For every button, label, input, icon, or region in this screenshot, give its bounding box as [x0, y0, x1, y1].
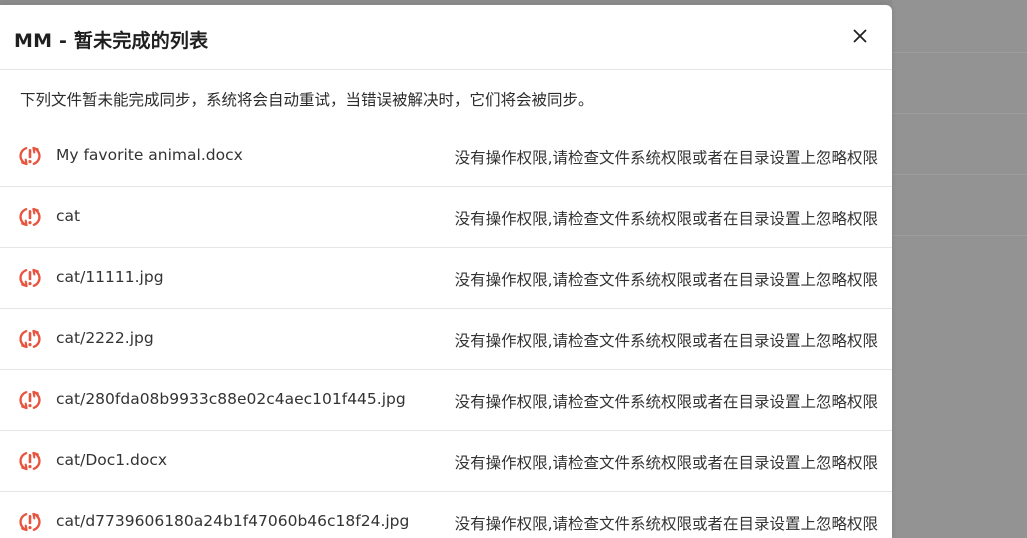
- file-error-message: 没有操作权限,请检查文件系统权限或者在目录设置上忽略权限: [454, 454, 878, 472]
- file-name: cat/d7739606180a24b1f47060b46c18f24.jpg: [56, 512, 410, 530]
- file-row[interactable]: cat/Doc1.docx 没有操作权限,请检查文件系统权限或者在目录设置上忽略…: [0, 431, 892, 492]
- file-error-message: 没有操作权限,请检查文件系统权限或者在目录设置上忽略权限: [454, 271, 878, 289]
- file-row[interactable]: cat/2222.jpg 没有操作权限,请检查文件系统权限或者在目录设置上忽略权…: [0, 309, 892, 370]
- file-row[interactable]: cat/280fda08b9933c88e02c4aec101f445.jpg …: [0, 370, 892, 431]
- sync-error-icon: [17, 449, 43, 473]
- background-top-strip: [0, 0, 1027, 4]
- file-row[interactable]: cat/d7739606180a24b1f47060b46c18f24.jpg …: [0, 492, 892, 538]
- unfinished-file-list: My favorite animal.docx 没有操作权限,请检查文件系统权限…: [0, 126, 892, 538]
- background-divider: [892, 113, 1027, 114]
- close-button[interactable]: [849, 25, 871, 47]
- file-name: cat/2222.jpg: [56, 329, 154, 347]
- dialog-title: MM - 暂未完成的列表: [14, 30, 209, 52]
- file-row[interactable]: cat 没有操作权限,请检查文件系统权限或者在目录设置上忽略权限: [0, 187, 892, 248]
- sync-error-icon: [17, 266, 43, 290]
- background-divider: [892, 235, 1027, 236]
- sync-error-icon: [17, 144, 43, 168]
- background-divider: [892, 174, 1027, 175]
- file-error-message: 没有操作权限,请检查文件系统权限或者在目录设置上忽略权限: [454, 332, 878, 350]
- sync-error-icon: [17, 510, 43, 534]
- dialog-description: 下列文件暂未能完成同步，系统将会自动重试，当错误被解决时，它们将会被同步。: [20, 91, 594, 109]
- file-name: cat/Doc1.docx: [56, 451, 168, 469]
- file-error-message: 没有操作权限,请检查文件系统权限或者在目录设置上忽略权限: [454, 149, 878, 167]
- file-name: cat: [56, 207, 81, 225]
- sync-error-icon: [17, 205, 43, 229]
- file-name: My favorite animal.docx: [56, 146, 243, 164]
- file-name: cat/280fda08b9933c88e02c4aec101f445.jpg: [56, 390, 406, 408]
- background-divider: [892, 52, 1027, 53]
- background-app-panel: [892, 0, 1027, 538]
- file-error-message: 没有操作权限,请检查文件系统权限或者在目录设置上忽略权限: [454, 210, 878, 228]
- sync-error-icon: [17, 327, 43, 351]
- file-error-message: 没有操作权限,请检查文件系统权限或者在目录设置上忽略权限: [454, 515, 878, 533]
- unfinished-sync-dialog: MM - 暂未完成的列表 下列文件暂未能完成同步，系统将会自动重试，当错误被解决…: [0, 5, 892, 538]
- dialog-header: MM - 暂未完成的列表: [0, 5, 892, 70]
- close-icon: [853, 29, 867, 43]
- sync-error-icon: [17, 388, 43, 412]
- file-row[interactable]: My favorite animal.docx 没有操作权限,请检查文件系统权限…: [0, 126, 892, 187]
- file-error-message: 没有操作权限,请检查文件系统权限或者在目录设置上忽略权限: [454, 393, 878, 411]
- file-name: cat/11111.jpg: [56, 268, 164, 286]
- file-row[interactable]: cat/11111.jpg 没有操作权限,请检查文件系统权限或者在目录设置上忽略…: [0, 248, 892, 309]
